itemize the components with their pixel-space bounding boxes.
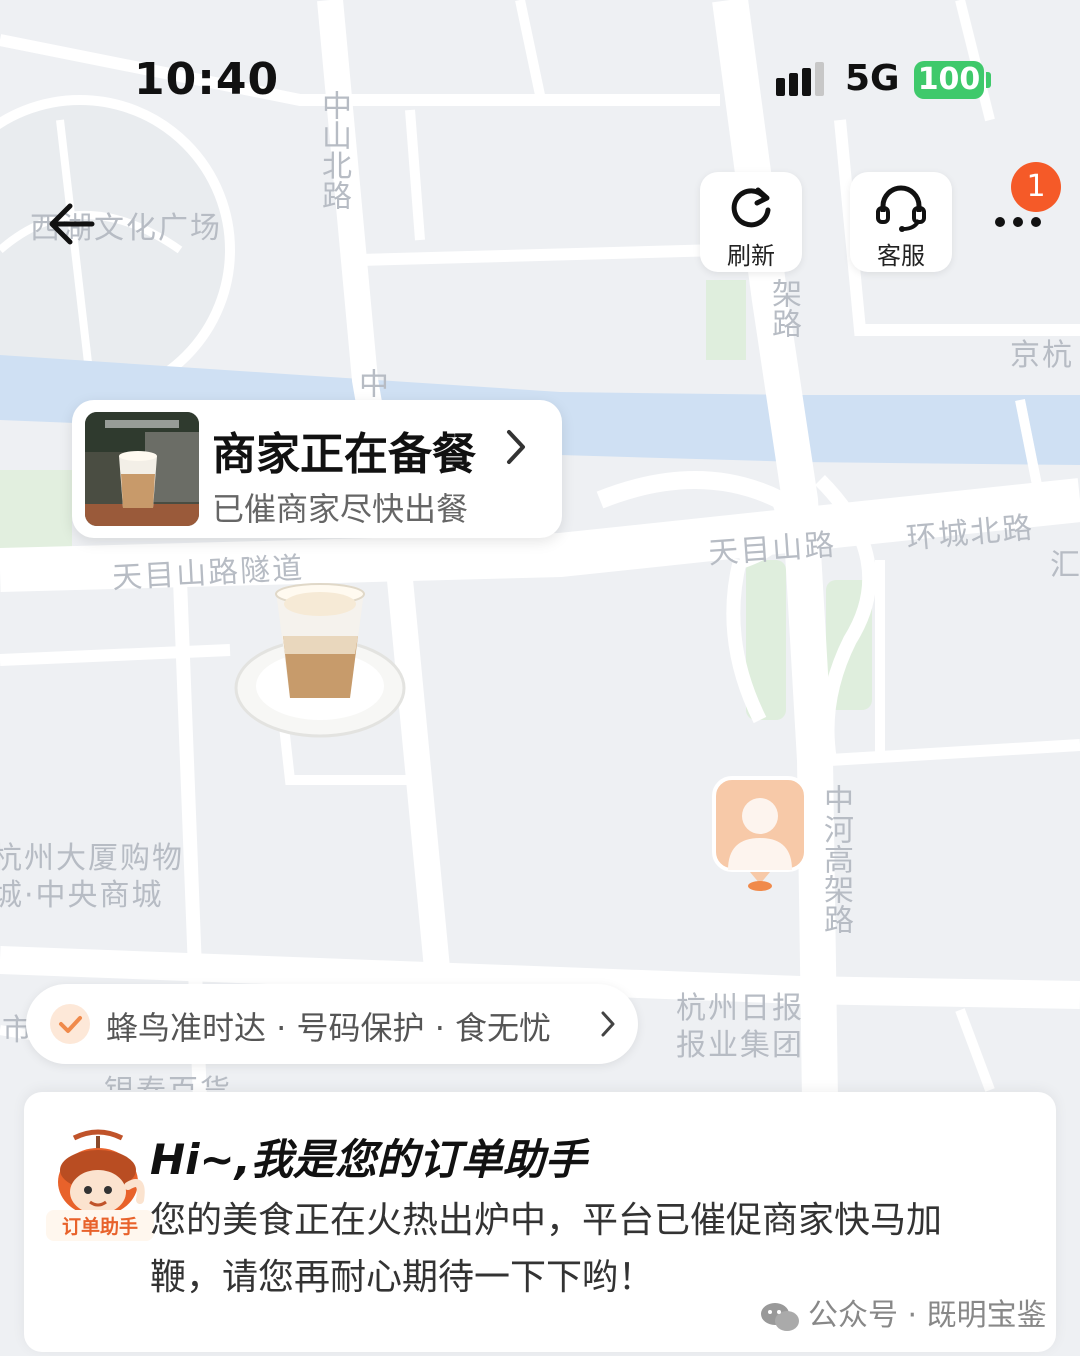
- map-label-jing-hang: 京杭: [1010, 338, 1074, 373]
- store-location-coffee-icon[interactable]: [228, 578, 412, 748]
- assistant-greeting: Hi~,我是您的订单助手: [150, 1135, 587, 1184]
- map-label-jia-lu: 架路: [766, 278, 801, 338]
- map-label-tianmushan-road: 天目山路: [707, 527, 838, 572]
- chevron-right-icon: [601, 1011, 615, 1037]
- map-label-zhongshan-north: 中山北路: [316, 90, 351, 210]
- wechat-icon: [761, 1302, 799, 1331]
- map-label-zhong: 中: [353, 368, 388, 398]
- map-label-hangzhou-daily: 杭州日报 报业集团: [676, 991, 804, 1063]
- watermark-text: 公众号 · 既明宝鉴: [808, 1298, 1047, 1333]
- check-icon: [50, 1004, 90, 1044]
- customer-service-button[interactable]: 客服: [850, 172, 952, 272]
- watermark: 公众号 · 既明宝鉴: [760, 1290, 1047, 1334]
- notification-badge: 1: [1011, 162, 1061, 212]
- order-status-title: 商家正在备餐: [212, 429, 476, 480]
- store-thumbnail-image: [85, 412, 199, 526]
- order-assistant-tag: 订单助手: [46, 1210, 154, 1241]
- chevron-right-icon: [507, 430, 525, 464]
- status-time: 10:40: [134, 54, 280, 105]
- refresh-label: 刷新: [727, 242, 775, 270]
- battery-tip: [986, 72, 991, 88]
- back-arrow-icon[interactable]: [44, 196, 100, 252]
- guarantee-text: 蜂鸟准时达 · 号码保护 · 食无忧: [106, 1009, 552, 1047]
- map-label-hangzhou-mall: 杭州大厦购物 城·中央商城: [0, 841, 184, 913]
- map-label-yintai: 银泰百货: [104, 1066, 232, 1090]
- customer-service-label: 客服: [877, 242, 925, 270]
- order-status-subtitle: 已催商家尽快出餐: [212, 490, 469, 528]
- assistant-message: 您的美食正在火热出炉中，平台已催促商家快马加鞭，请您再耐心期待一下下哟！: [150, 1200, 943, 1298]
- refresh-icon: [731, 187, 771, 228]
- network-type: 5G: [845, 58, 900, 99]
- map-label-zhonghe-viaduct: 中河高架路: [818, 784, 853, 934]
- signal-strength-icon: [776, 62, 824, 96]
- battery-indicator: 100: [914, 61, 984, 99]
- delivery-guarantee-bar[interactable]: 蜂鸟准时达 · 号码保护 · 食无忧: [26, 984, 638, 1064]
- rider-location-icon[interactable]: [712, 776, 808, 894]
- map-label-hui: 汇: [1050, 548, 1080, 583]
- headset-icon: [876, 185, 926, 232]
- refresh-button[interactable]: 刷新: [700, 172, 802, 272]
- order-status-card[interactable]: 商家正在备餐 已催商家尽快出餐: [72, 400, 562, 538]
